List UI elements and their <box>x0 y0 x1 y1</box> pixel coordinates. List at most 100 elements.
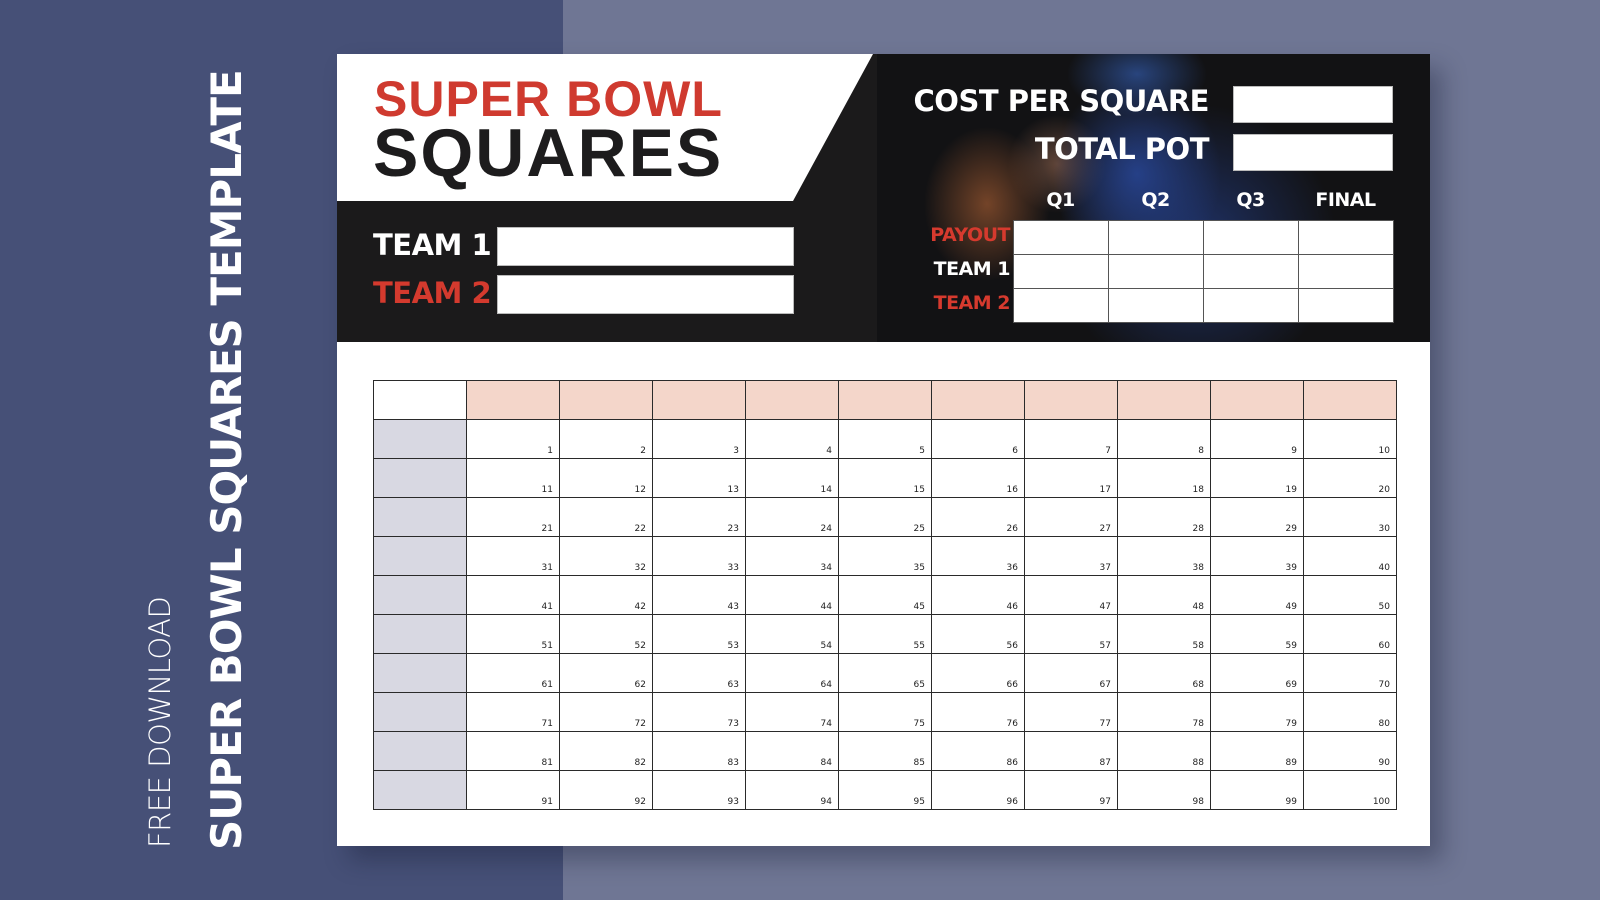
grid-square[interactable]: 8 <box>1117 419 1211 459</box>
grid-square[interactable]: 89 <box>1210 731 1304 771</box>
grid-square[interactable]: 20 <box>1303 458 1397 498</box>
grid-row-digit-cell[interactable] <box>373 575 467 615</box>
grid-square[interactable]: 52 <box>559 614 653 654</box>
grid-square[interactable]: 6 <box>931 419 1025 459</box>
grid-square[interactable]: 95 <box>838 770 932 810</box>
grid-square[interactable]: 19 <box>1210 458 1304 498</box>
grid-row-digit-cell[interactable] <box>373 731 467 771</box>
grid-row-digit-cell[interactable] <box>373 536 467 576</box>
grid-square[interactable]: 54 <box>745 614 839 654</box>
grid-square[interactable]: 83 <box>652 731 746 771</box>
grid-square[interactable]: 57 <box>1024 614 1118 654</box>
grid-column-digit-cell[interactable] <box>1117 380 1211 420</box>
grid-square[interactable]: 55 <box>838 614 932 654</box>
grid-square[interactable]: 74 <box>745 692 839 732</box>
grid-square[interactable]: 79 <box>1210 692 1304 732</box>
grid-square[interactable]: 84 <box>745 731 839 771</box>
grid-square[interactable]: 31 <box>466 536 560 576</box>
grid-column-digit-cell[interactable] <box>466 380 560 420</box>
grid-column-digit-cell[interactable] <box>652 380 746 420</box>
grid-square[interactable]: 78 <box>1117 692 1211 732</box>
grid-square[interactable]: 99 <box>1210 770 1304 810</box>
grid-square[interactable]: 39 <box>1210 536 1304 576</box>
grid-square[interactable]: 41 <box>466 575 560 615</box>
payout-cell[interactable] <box>1013 220 1109 255</box>
grid-square[interactable]: 100 <box>1303 770 1397 810</box>
grid-square[interactable]: 97 <box>1024 770 1118 810</box>
grid-square[interactable]: 98 <box>1117 770 1211 810</box>
payout-cell[interactable] <box>1298 220 1394 255</box>
grid-square[interactable]: 21 <box>466 497 560 537</box>
cost-per-square-field[interactable] <box>1233 86 1393 123</box>
grid-square[interactable]: 37 <box>1024 536 1118 576</box>
grid-square[interactable]: 43 <box>652 575 746 615</box>
team1-name-field[interactable] <box>497 227 794 266</box>
grid-square[interactable]: 60 <box>1303 614 1397 654</box>
grid-square[interactable]: 33 <box>652 536 746 576</box>
grid-column-digit-cell[interactable] <box>838 380 932 420</box>
grid-square[interactable]: 49 <box>1210 575 1304 615</box>
grid-row-digit-cell[interactable] <box>373 770 467 810</box>
grid-square[interactable]: 56 <box>931 614 1025 654</box>
grid-square[interactable]: 67 <box>1024 653 1118 693</box>
grid-row-digit-cell[interactable] <box>373 614 467 654</box>
grid-column-digit-cell[interactable] <box>931 380 1025 420</box>
payout-cell[interactable] <box>1203 288 1299 323</box>
grid-square[interactable]: 92 <box>559 770 653 810</box>
payout-cell[interactable] <box>1108 288 1204 323</box>
grid-square[interactable]: 18 <box>1117 458 1211 498</box>
grid-square[interactable]: 10 <box>1303 419 1397 459</box>
grid-square[interactable]: 69 <box>1210 653 1304 693</box>
grid-square[interactable]: 47 <box>1024 575 1118 615</box>
grid-square[interactable]: 36 <box>931 536 1025 576</box>
grid-column-digit-cell[interactable] <box>745 380 839 420</box>
grid-square[interactable]: 68 <box>1117 653 1211 693</box>
grid-square[interactable]: 1 <box>466 419 560 459</box>
grid-square[interactable]: 90 <box>1303 731 1397 771</box>
payout-cell[interactable] <box>1108 220 1204 255</box>
total-pot-field[interactable] <box>1233 134 1393 171</box>
grid-column-digit-cell[interactable] <box>1024 380 1118 420</box>
grid-square[interactable]: 51 <box>466 614 560 654</box>
grid-square[interactable]: 45 <box>838 575 932 615</box>
grid-square[interactable]: 50 <box>1303 575 1397 615</box>
grid-square[interactable]: 88 <box>1117 731 1211 771</box>
grid-square[interactable]: 63 <box>652 653 746 693</box>
grid-square[interactable]: 34 <box>745 536 839 576</box>
grid-square[interactable]: 32 <box>559 536 653 576</box>
payout-cell[interactable] <box>1203 254 1299 289</box>
grid-square[interactable]: 42 <box>559 575 653 615</box>
grid-square[interactable]: 7 <box>1024 419 1118 459</box>
grid-square[interactable]: 22 <box>559 497 653 537</box>
grid-square[interactable]: 38 <box>1117 536 1211 576</box>
grid-row-digit-cell[interactable] <box>373 458 467 498</box>
grid-square[interactable]: 35 <box>838 536 932 576</box>
grid-square[interactable]: 85 <box>838 731 932 771</box>
grid-column-digit-cell[interactable] <box>559 380 653 420</box>
grid-square[interactable]: 3 <box>652 419 746 459</box>
grid-column-digit-cell[interactable] <box>1210 380 1304 420</box>
grid-square[interactable]: 11 <box>466 458 560 498</box>
grid-square[interactable]: 94 <box>745 770 839 810</box>
grid-square[interactable]: 16 <box>931 458 1025 498</box>
grid-square[interactable]: 4 <box>745 419 839 459</box>
payout-cell[interactable] <box>1108 254 1204 289</box>
grid-square[interactable]: 29 <box>1210 497 1304 537</box>
grid-square[interactable]: 28 <box>1117 497 1211 537</box>
payout-cell[interactable] <box>1298 288 1394 323</box>
grid-row-digit-cell[interactable] <box>373 419 467 459</box>
grid-square[interactable]: 25 <box>838 497 932 537</box>
grid-square[interactable]: 64 <box>745 653 839 693</box>
grid-square[interactable]: 93 <box>652 770 746 810</box>
grid-square[interactable]: 71 <box>466 692 560 732</box>
payout-cell[interactable] <box>1013 288 1109 323</box>
grid-square[interactable]: 9 <box>1210 419 1304 459</box>
grid-square[interactable]: 15 <box>838 458 932 498</box>
grid-square[interactable]: 5 <box>838 419 932 459</box>
grid-square[interactable]: 59 <box>1210 614 1304 654</box>
grid-square[interactable]: 87 <box>1024 731 1118 771</box>
grid-square[interactable]: 76 <box>931 692 1025 732</box>
payout-cell[interactable] <box>1203 220 1299 255</box>
grid-square[interactable]: 26 <box>931 497 1025 537</box>
grid-square[interactable]: 17 <box>1024 458 1118 498</box>
